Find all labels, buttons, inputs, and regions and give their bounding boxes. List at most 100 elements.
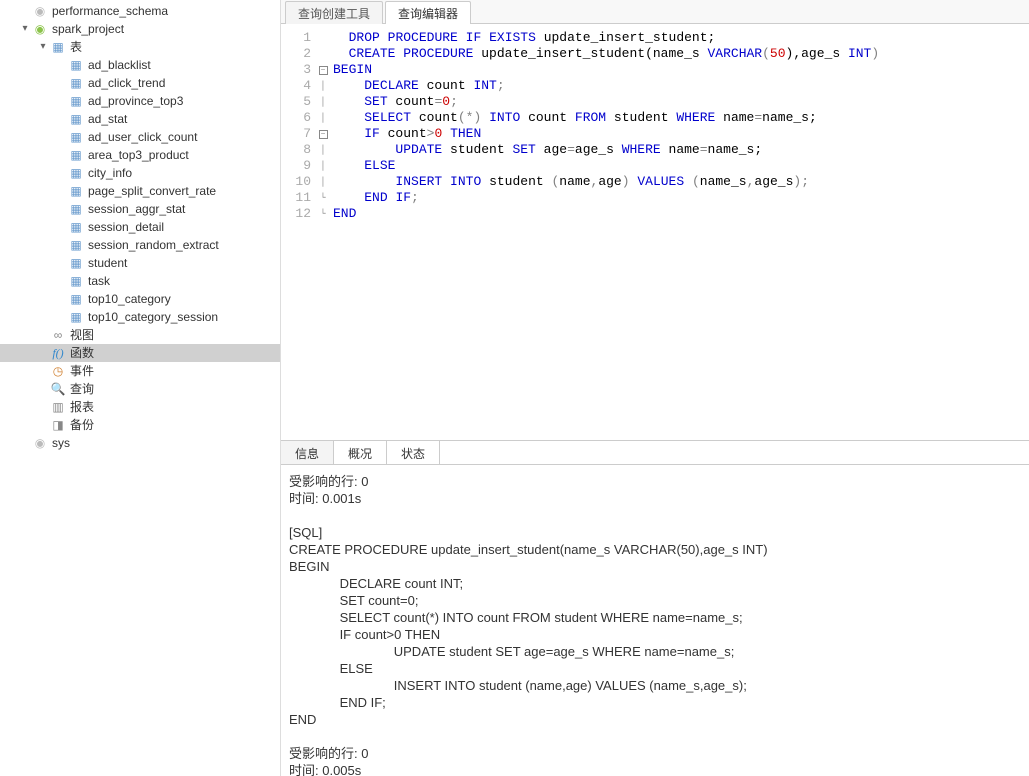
tree-item-city_info[interactable]: ▦city_info (0, 164, 280, 182)
tree-item-area_top3_product[interactable]: ▦area_top3_product (0, 146, 280, 164)
tree-label: top10_category_session (88, 308, 218, 326)
code-line-9[interactable]: ELSE (333, 158, 1029, 174)
code-area[interactable]: DROP PROCEDURE IF EXISTS update_insert_s… (329, 30, 1029, 440)
result-text: 受影响的行: 0 时间: 0.001s [SQL] CREATE PROCEDU… (289, 473, 1021, 776)
table-group-icon: ▦ (50, 39, 66, 55)
tree-label: performance_schema (52, 2, 168, 20)
table-icon: ▦ (68, 273, 84, 289)
backup-icon: ◨ (50, 417, 66, 433)
tree-label: ad_province_top3 (88, 92, 183, 110)
tree-item-session_aggr_stat[interactable]: ▦session_aggr_stat (0, 200, 280, 218)
tree-item-ad_user_click_count[interactable]: ▦ad_user_click_count (0, 128, 280, 146)
tree-item-session_random_extract[interactable]: ▦session_random_extract (0, 236, 280, 254)
tree-item-task[interactable]: ▦task (0, 272, 280, 290)
table-icon: ▦ (68, 255, 84, 271)
code-line-10[interactable]: INSERT INTO student (name,age) VALUES (n… (333, 174, 1029, 190)
result-tab-状态[interactable]: 状态 (387, 441, 440, 464)
report-icon: ▥ (50, 399, 66, 415)
tree-item-ad_province_top3[interactable]: ▦ad_province_top3 (0, 92, 280, 110)
fold-column[interactable]: −│││−│││└└ (317, 30, 329, 440)
result-body[interactable]: 受影响的行: 0 时间: 0.001s [SQL] CREATE PROCEDU… (281, 465, 1029, 776)
table-icon: ▦ (68, 291, 84, 307)
tree-item-表[interactable]: ▾▦表 (0, 38, 280, 56)
sidebar-tree[interactable]: ◉performance_schema▾◉spark_project▾▦表▦ad… (0, 0, 281, 776)
tree-item-函数[interactable]: f()函数 (0, 344, 280, 362)
database-icon: ◉ (32, 435, 48, 451)
tab-查询编辑器[interactable]: 查询编辑器 (385, 1, 471, 24)
tree-label: area_top3_product (88, 146, 189, 164)
event-icon: ◷ (50, 363, 66, 379)
table-icon: ▦ (68, 237, 84, 253)
tree-toggle-icon[interactable]: ▾ (18, 20, 32, 38)
line-gutter: 123456789101112 (281, 30, 317, 440)
code-line-4[interactable]: DECLARE count INT; (333, 78, 1029, 94)
tree-item-top10_category_session[interactable]: ▦top10_category_session (0, 308, 280, 326)
table-icon: ▦ (68, 165, 84, 181)
code-line-6[interactable]: SELECT count(*) INTO count FROM student … (333, 110, 1029, 126)
query-icon: 🔍 (50, 381, 66, 397)
fold-toggle-icon[interactable]: − (319, 130, 328, 139)
results-panel: 信息概况状态 受影响的行: 0 时间: 0.001s [SQL] CREATE … (281, 440, 1029, 776)
tree-label: 表 (70, 38, 82, 56)
code-line-8[interactable]: UPDATE student SET age=age_s WHERE name=… (333, 142, 1029, 158)
view-icon: ∞ (50, 327, 66, 343)
tree-item-page_split_convert_rate[interactable]: ▦page_split_convert_rate (0, 182, 280, 200)
code-line-5[interactable]: SET count=0; (333, 94, 1029, 110)
tree-item-spark_project[interactable]: ▾◉spark_project (0, 20, 280, 38)
table-icon: ▦ (68, 147, 84, 163)
code-line-3[interactable]: BEGIN (333, 62, 1029, 78)
result-tab-概况[interactable]: 概况 (334, 441, 387, 464)
table-icon: ▦ (68, 111, 84, 127)
tree-item-ad_blacklist[interactable]: ▦ad_blacklist (0, 56, 280, 74)
tree-label: session_random_extract (88, 236, 219, 254)
function-icon: f() (50, 345, 66, 361)
tree-label: ad_click_trend (88, 74, 165, 92)
tree-label: 查询 (70, 380, 94, 398)
tree-label: 报表 (70, 398, 94, 416)
tree-item-视图[interactable]: ∞视图 (0, 326, 280, 344)
tree-label: task (88, 272, 110, 290)
editor-tabs: 查询创建工具查询编辑器 (281, 0, 1029, 24)
result-tab-信息[interactable]: 信息 (281, 441, 334, 464)
table-icon: ▦ (68, 309, 84, 325)
tab-查询创建工具[interactable]: 查询创建工具 (285, 1, 383, 24)
code-line-11[interactable]: END IF; (333, 190, 1029, 206)
table-icon: ▦ (68, 129, 84, 145)
tree-item-备份[interactable]: ◨备份 (0, 416, 280, 434)
code-line-1[interactable]: DROP PROCEDURE IF EXISTS update_insert_s… (333, 30, 1029, 46)
database-icon: ◉ (32, 3, 48, 19)
tree-item-报表[interactable]: ▥报表 (0, 398, 280, 416)
database-icon: ◉ (32, 21, 48, 37)
table-icon: ▦ (68, 57, 84, 73)
tree-label: session_detail (88, 218, 164, 236)
result-tabs: 信息概况状态 (281, 441, 1029, 465)
tree-label: sys (52, 434, 70, 452)
table-icon: ▦ (68, 75, 84, 91)
tree-label: city_info (88, 164, 132, 182)
tree-label: 事件 (70, 362, 94, 380)
fold-toggle-icon[interactable]: − (319, 66, 328, 75)
tree-label: ad_user_click_count (88, 128, 197, 146)
table-icon: ▦ (68, 201, 84, 217)
code-line-12[interactable]: END (333, 206, 1029, 222)
tree-toggle-icon[interactable]: ▾ (36, 38, 50, 56)
main-panel: 查询创建工具查询编辑器 123456789101112 −│││−│││└└ D… (281, 0, 1029, 776)
table-icon: ▦ (68, 183, 84, 199)
code-line-7[interactable]: IF count>0 THEN (333, 126, 1029, 142)
tree-item-session_detail[interactable]: ▦session_detail (0, 218, 280, 236)
tree-label: session_aggr_stat (88, 200, 185, 218)
tree-item-sys[interactable]: ◉sys (0, 434, 280, 452)
tree-item-student[interactable]: ▦student (0, 254, 280, 272)
tree-item-事件[interactable]: ◷事件 (0, 362, 280, 380)
tree-label: top10_category (88, 290, 171, 308)
tree-item-ad_stat[interactable]: ▦ad_stat (0, 110, 280, 128)
tree-label: 函数 (70, 344, 94, 362)
tree-label: page_split_convert_rate (88, 182, 216, 200)
code-line-2[interactable]: CREATE PROCEDURE update_insert_student(n… (333, 46, 1029, 62)
sql-editor[interactable]: 123456789101112 −│││−│││└└ DROP PROCEDUR… (281, 24, 1029, 440)
tree-label: 视图 (70, 326, 94, 344)
tree-item-ad_click_trend[interactable]: ▦ad_click_trend (0, 74, 280, 92)
tree-item-top10_category[interactable]: ▦top10_category (0, 290, 280, 308)
tree-item-查询[interactable]: 🔍查询 (0, 380, 280, 398)
tree-item-performance_schema[interactable]: ◉performance_schema (0, 2, 280, 20)
